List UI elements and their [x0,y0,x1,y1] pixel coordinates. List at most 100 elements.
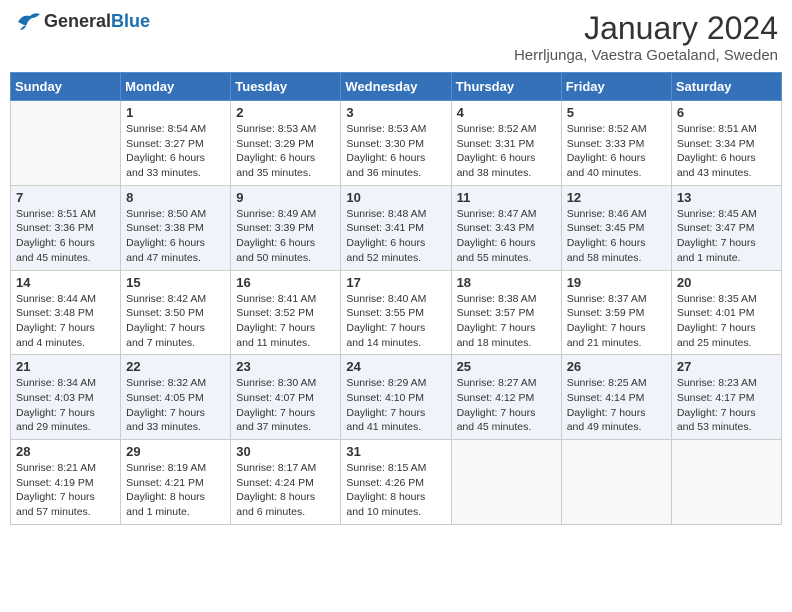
calendar-cell: 10Sunrise: 8:48 AMSunset: 3:41 PMDayligh… [341,185,451,270]
calendar-cell: 9 Sunrise: 8:49 AMSunset: 3:39 PMDaylight… [231,185,341,270]
calendar-subtitle: Herrljunga, Vaestra Goetaland, Sweden [514,47,778,64]
logo-blue: Blue [111,11,150,31]
calendar-cell: 25 Sunrise: 8:27 AMSunset: 4:12 PMDayligh… [451,355,561,440]
day-number: 1 [126,105,225,120]
day-number: 14 [16,275,115,290]
calendar-cell: 28 Sunrise: 8:21 AMSunset: 4:19 PMDayligh… [11,440,121,525]
day-number: 21 [16,359,115,374]
calendar-cell: 14 Sunrise: 8:44 AMSunset: 3:48 PMDayligh… [11,270,121,355]
header: GeneralBlue January 2024 Herrljunga, Vae… [10,10,782,64]
calendar-cell: 16Sunrise: 8:41 AMSunset: 3:52 PMDayligh… [231,270,341,355]
calendar-cell: 6 Sunrise: 8:51 AMSunset: 3:34 PMDaylight… [671,101,781,186]
day-info: Sunrise: 8:44 AMSunset: 3:48 PMDaylight:… [16,292,115,351]
day-number: 9 [236,190,335,205]
day-number: 30 [236,444,335,459]
day-number: 7 [16,190,115,205]
calendar-cell [11,101,121,186]
day-number: 15 [126,275,225,290]
calendar-cell: 3Sunrise: 8:53 AMSunset: 3:30 PMDaylight… [341,101,451,186]
column-header-thursday: Thursday [451,73,561,101]
column-header-saturday: Saturday [671,73,781,101]
day-info: Sunrise: 8:30 AMSunset: 4:07 PMDaylight:… [236,376,335,435]
day-info: Sunrise: 8:19 AMSunset: 4:21 PMDaylight:… [126,461,225,520]
day-number: 19 [567,275,666,290]
day-number: 29 [126,444,225,459]
column-header-friday: Friday [561,73,671,101]
day-number: 12 [567,190,666,205]
day-number: 17 [346,275,445,290]
logo-text: GeneralBlue [44,11,150,32]
day-info: Sunrise: 8:25 AMSunset: 4:14 PMDaylight:… [567,376,666,435]
calendar-week-row: 28 Sunrise: 8:21 AMSunset: 4:19 PMDayligh… [11,440,782,525]
day-info: Sunrise: 8:54 AMSunset: 3:27 PMDaylight:… [126,122,225,181]
calendar-cell: 23 Sunrise: 8:30 AMSunset: 4:07 PMDayligh… [231,355,341,440]
day-info: Sunrise: 8:49 AMSunset: 3:39 PMDaylight:… [236,207,335,266]
day-number: 2 [236,105,335,120]
calendar-cell: 2 Sunrise: 8:53 AMSunset: 3:29 PMDaylight… [231,101,341,186]
calendar-table: SundayMondayTuesdayWednesdayThursdayFrid… [10,72,782,525]
day-number: 13 [677,190,776,205]
day-info: Sunrise: 8:51 AMSunset: 3:36 PMDaylight:… [16,207,115,266]
calendar-cell: 30Sunrise: 8:17 AMSunset: 4:24 PMDayligh… [231,440,341,525]
day-info: Sunrise: 8:53 AMSunset: 3:29 PMDaylight:… [236,122,335,181]
day-info: Sunrise: 8:29 AMSunset: 4:10 PMDaylight:… [346,376,445,435]
calendar-cell [451,440,561,525]
day-info: Sunrise: 8:40 AMSunset: 3:55 PMDaylight:… [346,292,445,351]
column-header-monday: Monday [121,73,231,101]
day-number: 4 [457,105,556,120]
calendar-cell: 13 Sunrise: 8:45 AMSunset: 3:47 PMDayligh… [671,185,781,270]
column-header-tuesday: Tuesday [231,73,341,101]
calendar-cell: 17 Sunrise: 8:40 AMSunset: 3:55 PMDayligh… [341,270,451,355]
calendar-cell: 12 Sunrise: 8:46 AMSunset: 3:45 PMDayligh… [561,185,671,270]
day-info: Sunrise: 8:21 AMSunset: 4:19 PMDaylight:… [16,461,115,520]
calendar-cell: 27Sunrise: 8:23 AMSunset: 4:17 PMDayligh… [671,355,781,440]
calendar-cell: 24 Sunrise: 8:29 AMSunset: 4:10 PMDayligh… [341,355,451,440]
day-number: 26 [567,359,666,374]
day-number: 6 [677,105,776,120]
day-number: 8 [126,190,225,205]
day-number: 22 [126,359,225,374]
day-number: 31 [346,444,445,459]
day-info: Sunrise: 8:42 AMSunset: 3:50 PMDaylight:… [126,292,225,351]
calendar-cell: 11Sunrise: 8:47 AMSunset: 3:43 PMDayligh… [451,185,561,270]
calendar-cell [561,440,671,525]
title-area: January 2024 Herrljunga, Vaestra Goetala… [514,10,778,64]
day-info: Sunrise: 8:51 AMSunset: 3:34 PMDaylight:… [677,122,776,181]
calendar-cell: 26 Sunrise: 8:25 AMSunset: 4:14 PMDayligh… [561,355,671,440]
calendar-title: January 2024 [514,10,778,47]
calendar-cell [671,440,781,525]
logo-icon [14,10,42,32]
day-number: 11 [457,190,556,205]
calendar-cell: 8Sunrise: 8:50 AMSunset: 3:38 PMDaylight… [121,185,231,270]
calendar-week-row: 14 Sunrise: 8:44 AMSunset: 3:48 PMDayligh… [11,270,782,355]
day-number: 27 [677,359,776,374]
day-info: Sunrise: 8:52 AMSunset: 3:33 PMDaylight:… [567,122,666,181]
day-info: Sunrise: 8:45 AMSunset: 3:47 PMDaylight:… [677,207,776,266]
day-info: Sunrise: 8:53 AMSunset: 3:30 PMDaylight:… [346,122,445,181]
calendar-cell: 7 Sunrise: 8:51 AMSunset: 3:36 PMDaylight… [11,185,121,270]
day-number: 23 [236,359,335,374]
day-number: 5 [567,105,666,120]
day-info: Sunrise: 8:38 AMSunset: 3:57 PMDaylight:… [457,292,556,351]
calendar-body: 1 Sunrise: 8:54 AMSunset: 3:27 PMDaylight… [11,101,782,525]
calendar-header-row: SundayMondayTuesdayWednesdayThursdayFrid… [11,73,782,101]
calendar-cell: 1 Sunrise: 8:54 AMSunset: 3:27 PMDaylight… [121,101,231,186]
calendar-cell: 18Sunrise: 8:38 AMSunset: 3:57 PMDayligh… [451,270,561,355]
day-info: Sunrise: 8:15 AMSunset: 4:26 PMDaylight:… [346,461,445,520]
calendar-cell: 5 Sunrise: 8:52 AMSunset: 3:33 PMDaylight… [561,101,671,186]
calendar-week-row: 21 Sunrise: 8:34 AMSunset: 4:03 PMDayligh… [11,355,782,440]
day-info: Sunrise: 8:27 AMSunset: 4:12 PMDaylight:… [457,376,556,435]
calendar-cell: 20Sunrise: 8:35 AMSunset: 4:01 PMDayligh… [671,270,781,355]
day-number: 24 [346,359,445,374]
calendar-cell: 4 Sunrise: 8:52 AMSunset: 3:31 PMDaylight… [451,101,561,186]
day-number: 25 [457,359,556,374]
day-info: Sunrise: 8:52 AMSunset: 3:31 PMDaylight:… [457,122,556,181]
day-number: 28 [16,444,115,459]
calendar-cell: 31 Sunrise: 8:15 AMSunset: 4:26 PMDayligh… [341,440,451,525]
day-info: Sunrise: 8:46 AMSunset: 3:45 PMDaylight:… [567,207,666,266]
day-info: Sunrise: 8:34 AMSunset: 4:03 PMDaylight:… [16,376,115,435]
day-info: Sunrise: 8:32 AMSunset: 4:05 PMDaylight:… [126,376,225,435]
calendar-cell: 15 Sunrise: 8:42 AMSunset: 3:50 PMDayligh… [121,270,231,355]
day-info: Sunrise: 8:35 AMSunset: 4:01 PMDaylight:… [677,292,776,351]
column-header-wednesday: Wednesday [341,73,451,101]
